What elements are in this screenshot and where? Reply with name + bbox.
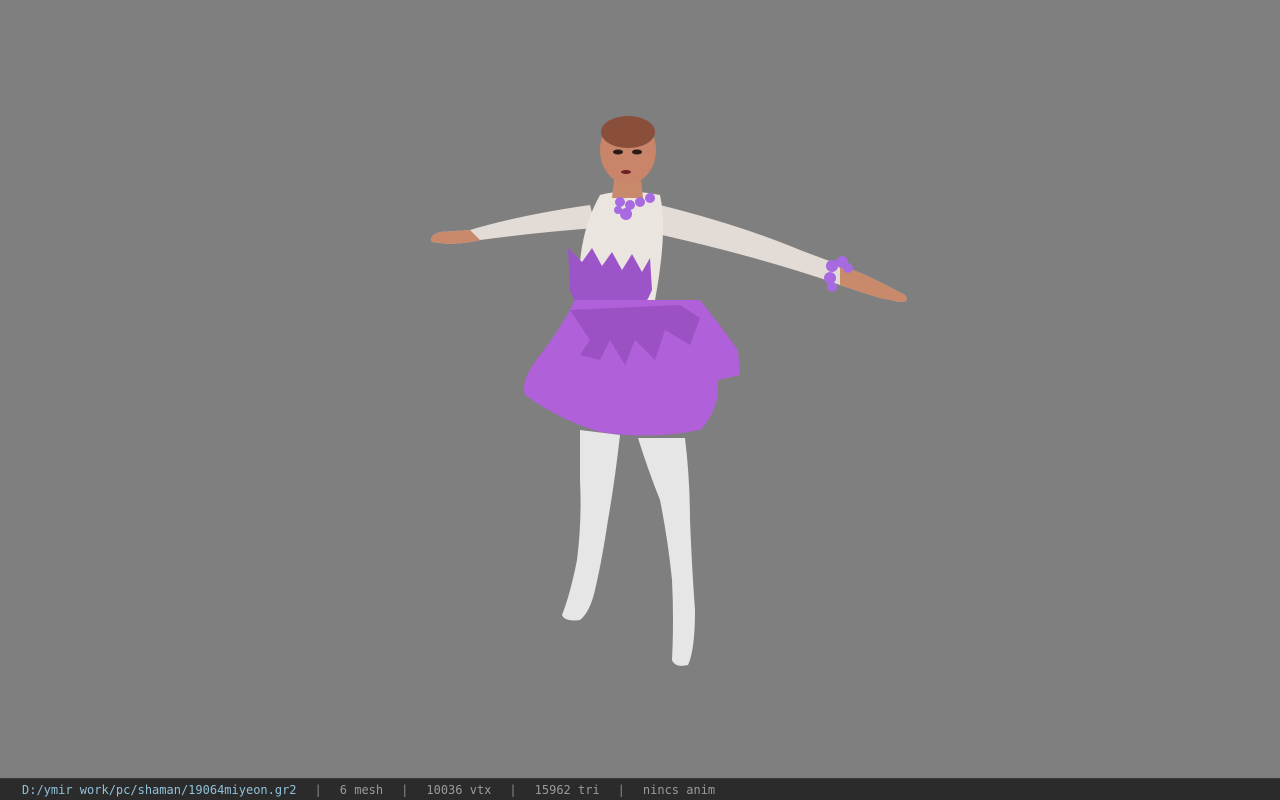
eye-right xyxy=(632,149,642,155)
status-bar: D:/ymir work/pc/shaman/19064miyeon.gr2 |… xyxy=(0,778,1280,800)
3d-viewport[interactable] xyxy=(0,0,1280,778)
lips xyxy=(621,170,631,174)
animation-status: nincs anim xyxy=(642,782,716,797)
left-boot xyxy=(562,430,620,621)
eye-left xyxy=(613,149,623,155)
separator: | xyxy=(314,782,322,797)
separator: | xyxy=(509,782,517,797)
right-boot xyxy=(638,438,695,666)
vertex-count: 10036 vtx xyxy=(426,782,492,797)
file-path: D:/ymir work/pc/shaman/19064miyeon.gr2 xyxy=(22,782,297,797)
separator: | xyxy=(617,782,625,797)
character-model[interactable] xyxy=(0,0,1280,778)
hair xyxy=(601,116,655,148)
separator: | xyxy=(401,782,409,797)
mesh-count: 6 mesh xyxy=(339,782,384,797)
triangle-count: 15962 tri xyxy=(534,782,600,797)
